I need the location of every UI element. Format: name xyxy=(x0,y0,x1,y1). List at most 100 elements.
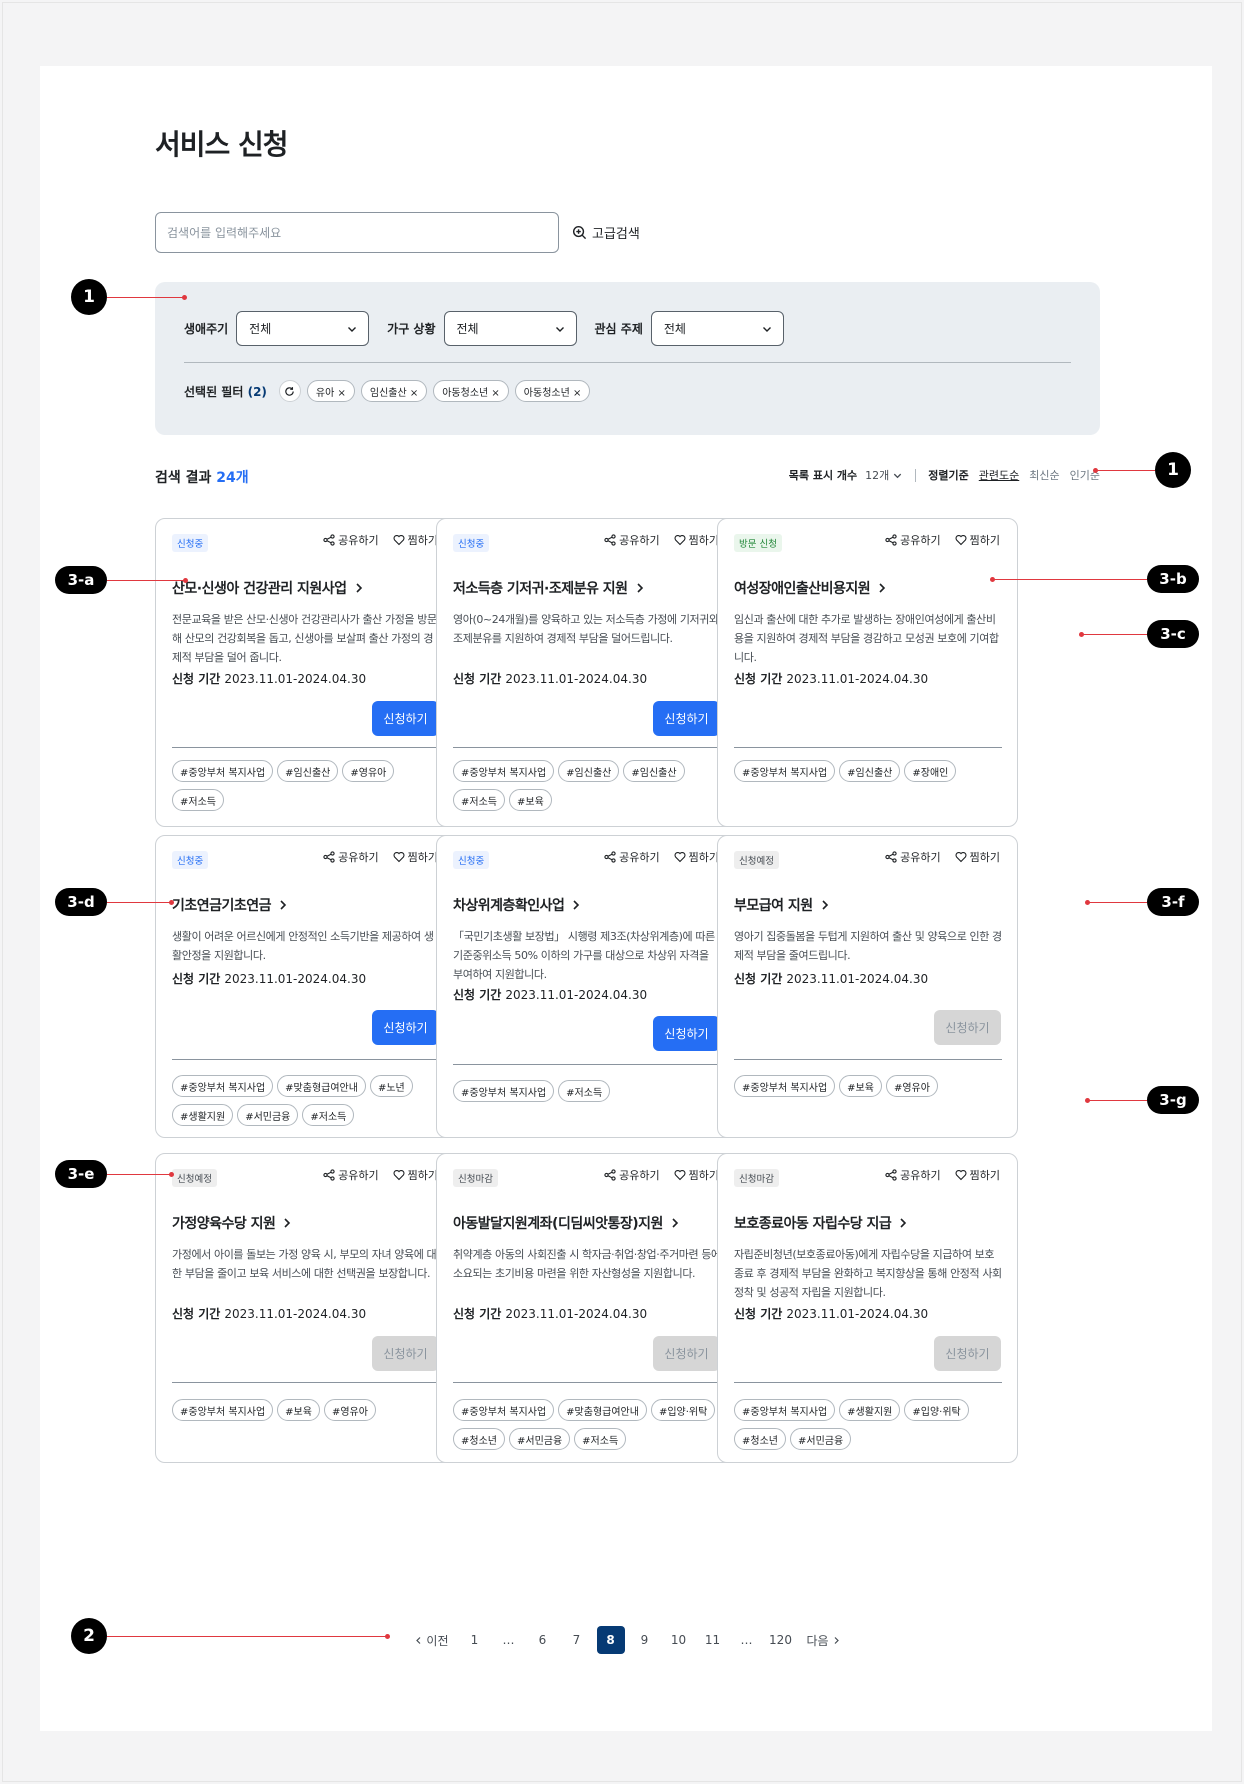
apply-button[interactable]: 신청하기 xyxy=(653,701,720,736)
share-button[interactable]: 공유하기 xyxy=(885,849,941,865)
hashtag[interactable]: #노년 xyxy=(369,1075,413,1097)
hashtag[interactable]: #임신출산 xyxy=(623,760,685,782)
hashtag[interactable]: #중앙부처 복지사업 xyxy=(172,760,274,782)
search-input[interactable] xyxy=(155,212,559,253)
list-count-select[interactable]: 12개 xyxy=(865,467,903,483)
hashtag[interactable]: #중앙부처 복지사업 xyxy=(734,1399,836,1421)
hashtag[interactable]: #중앙부처 복지사업 xyxy=(172,1075,274,1097)
page-number[interactable]: 8 xyxy=(596,1626,625,1654)
card-title-link[interactable]: 아동발달지원계좌(디딤씨앗통장)지원 xyxy=(453,1213,681,1233)
annotation-dot xyxy=(1079,632,1084,637)
reset-filters-button[interactable] xyxy=(278,380,301,402)
apply-button[interactable]: 신청하기 xyxy=(372,701,439,736)
page-number[interactable]: 7 xyxy=(563,1626,591,1654)
card-title-link[interactable]: 산모·신생아 건강관리 지원사업 xyxy=(172,578,365,598)
refresh-icon xyxy=(285,386,295,396)
share-button[interactable]: 공유하기 xyxy=(323,1167,379,1183)
hashtag[interactable]: #중앙부처 복지사업 xyxy=(453,1399,555,1421)
apply-button[interactable]: 신청하기 xyxy=(372,1010,439,1045)
hashtag[interactable]: #장애인 xyxy=(904,760,957,782)
hashtag[interactable]: #저소득 xyxy=(453,789,505,811)
hashtag[interactable]: #중앙부처 복지사업 xyxy=(453,760,555,782)
filter-chip[interactable]: 아동청소년 × xyxy=(433,380,509,402)
filter-chip[interactable]: 유아 × xyxy=(306,380,355,402)
heart-icon xyxy=(393,1169,405,1181)
hashtag[interactable]: #중앙부처 복지사업 xyxy=(172,1399,274,1421)
annotation-marker: 3-g xyxy=(1147,1086,1199,1114)
hashtag[interactable]: #임신출산 xyxy=(839,760,901,782)
share-icon xyxy=(604,534,616,546)
hashtag[interactable]: #서민금융 xyxy=(508,1428,571,1450)
card-title-link[interactable]: 차상위계층확인사업 xyxy=(453,895,582,915)
hashtag[interactable]: #영유아 xyxy=(885,1075,938,1097)
share-button[interactable]: 공유하기 xyxy=(323,532,379,548)
hashtag[interactable]: #영유아 xyxy=(323,1399,376,1421)
hashtag[interactable]: #서민금융 xyxy=(237,1104,299,1126)
share-button[interactable]: 공유하기 xyxy=(604,849,660,865)
share-button[interactable]: 공유하기 xyxy=(323,849,379,865)
card-title: 아동발달지원계좌(디딤씨앗통장)지원 xyxy=(453,1216,663,1232)
like-button[interactable]: 찜하기 xyxy=(674,532,719,548)
share-button[interactable]: 공유하기 xyxy=(885,532,941,548)
apply-button[interactable]: 신청하기 xyxy=(653,1016,720,1051)
hashtag[interactable]: #저소득 xyxy=(574,1428,627,1450)
hashtag[interactable]: #임신출산 xyxy=(277,760,339,782)
page-number[interactable]: 6 xyxy=(529,1626,557,1654)
filter-chip[interactable]: 아동청소년 × xyxy=(514,380,591,402)
card-title-link[interactable]: 저소득층 기저귀·조제분유 지원 xyxy=(453,578,646,598)
hashtag[interactable]: #중앙부처 복지사업 xyxy=(734,760,836,782)
like-button[interactable]: 찜하기 xyxy=(955,1167,1000,1183)
share-button[interactable]: 공유하기 xyxy=(604,532,660,548)
prev-page-button[interactable]: 이전 xyxy=(408,1626,454,1654)
hashtag[interactable]: #생활지원 xyxy=(172,1104,234,1126)
advanced-search-button[interactable]: 고급검색 xyxy=(572,220,640,244)
hashtag[interactable]: #맞춤형급여안내 xyxy=(277,1075,366,1097)
hashtag[interactable]: #임신출산 xyxy=(558,760,620,782)
hashtag[interactable]: #생활지원 xyxy=(839,1399,901,1421)
like-button[interactable]: 찜하기 xyxy=(393,1167,438,1183)
page-number[interactable]: 9 xyxy=(631,1626,659,1654)
hashtag[interactable]: #서민금융 xyxy=(789,1428,852,1450)
like-button[interactable]: 찜하기 xyxy=(393,532,438,548)
like-button[interactable]: 찜하기 xyxy=(955,849,1000,865)
filter-select-lifecycle[interactable]: 전체 xyxy=(236,311,370,346)
like-button[interactable]: 찜하기 xyxy=(674,849,719,865)
hashtag[interactable]: #보육 xyxy=(277,1399,320,1421)
page-number[interactable]: 120 xyxy=(767,1626,795,1654)
hashtag[interactable]: #보육 xyxy=(839,1075,882,1097)
card-title-link[interactable]: 부모급여 지원 xyxy=(734,895,831,915)
like-label: 찜하기 xyxy=(969,851,1000,864)
hashtag[interactable]: #맞춤형급여안내 xyxy=(558,1399,647,1421)
like-button[interactable]: 찜하기 xyxy=(674,1167,719,1183)
hashtag[interactable]: #중앙부처 복지사업 xyxy=(734,1075,836,1097)
hashtag[interactable]: #입양·위탁 xyxy=(904,1399,969,1421)
like-button[interactable]: 찜하기 xyxy=(955,532,1000,548)
filter-select-interest[interactable]: 전체 xyxy=(650,311,784,346)
card-title-link[interactable]: 가정양육수당 지원 xyxy=(172,1213,293,1233)
next-page-button[interactable]: 다음 xyxy=(801,1626,847,1654)
hashtag[interactable]: #저소득 xyxy=(302,1104,355,1126)
share-button[interactable]: 공유하기 xyxy=(885,1167,941,1183)
hashtag[interactable]: #영유아 xyxy=(342,760,395,782)
page-number[interactable]: 10 xyxy=(665,1626,693,1654)
card-title-link[interactable]: 보호종료아동 자립수당 지급 xyxy=(734,1213,909,1233)
hashtag[interactable]: #저소득 xyxy=(558,1080,611,1102)
hashtag[interactable]: #입양·위탁 xyxy=(650,1399,716,1421)
filter-chip[interactable]: 임신출산 × xyxy=(360,380,428,402)
like-button[interactable]: 찜하기 xyxy=(393,849,438,865)
filter-select-household[interactable]: 전체 xyxy=(443,311,577,346)
hashtag[interactable]: #청소년 xyxy=(734,1428,786,1450)
share-button[interactable]: 공유하기 xyxy=(604,1167,660,1183)
card-title-link[interactable]: 여성장애인출산비용지원 xyxy=(734,578,888,598)
hashtag[interactable]: #저소득 xyxy=(172,789,224,811)
sort-option-relevance[interactable]: 관련도순 xyxy=(979,467,1019,483)
page-number[interactable]: 11 xyxy=(699,1626,727,1654)
page-container: 서비스 신청 고급검색 생애주기 전체 가구 상황 전체 xyxy=(40,66,1212,1731)
page-number[interactable]: 1 xyxy=(461,1626,489,1654)
hashtag[interactable]: #보육 xyxy=(508,789,552,811)
hashtag[interactable]: #중앙부처 복지사업 xyxy=(453,1080,555,1102)
card-title-link[interactable]: 기초연금기초연금 xyxy=(172,895,289,915)
card-title: 보호종료아동 자립수당 지급 xyxy=(734,1216,892,1232)
sort-option-latest[interactable]: 최신순 xyxy=(1029,467,1059,483)
hashtag[interactable]: #청소년 xyxy=(453,1428,505,1450)
